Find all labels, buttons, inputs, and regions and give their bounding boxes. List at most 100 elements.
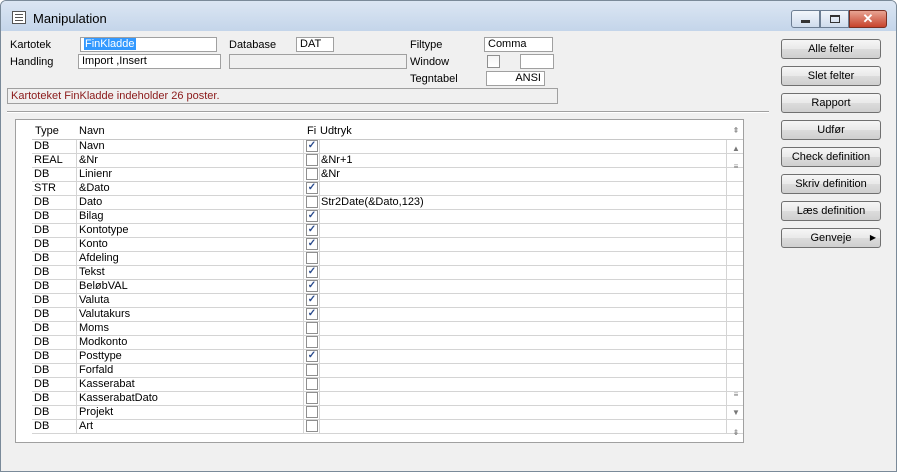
- window-checkbox[interactable]: [487, 55, 500, 68]
- title-bar[interactable]: Manipulation ✕: [1, 1, 896, 31]
- cell-type[interactable]: DB: [34, 140, 76, 153]
- table-row[interactable]: DB Bilag ✓: [32, 210, 743, 224]
- scroll-page-up-icon[interactable]: ≡: [729, 160, 743, 174]
- fi-checkbox[interactable]: [306, 392, 318, 404]
- scroll-page-down-icon[interactable]: ≡: [729, 388, 743, 402]
- cell-navn[interactable]: Moms: [79, 322, 302, 335]
- cell-udtryk[interactable]: [321, 336, 726, 349]
- cell-type[interactable]: DB: [34, 238, 76, 251]
- cell-navn[interactable]: Kasserabat: [79, 378, 302, 391]
- cell-type[interactable]: STR: [34, 182, 76, 195]
- cell-navn[interactable]: BeløbVAL: [79, 280, 302, 293]
- fi-checkbox[interactable]: [306, 336, 318, 348]
- cell-type[interactable]: REAL: [34, 154, 76, 167]
- fi-checkbox[interactable]: ✓: [306, 182, 318, 194]
- table-row[interactable]: DB BeløbVAL ✓: [32, 280, 743, 294]
- cell-navn[interactable]: Konto: [79, 238, 302, 251]
- cell-type[interactable]: DB: [34, 210, 76, 223]
- tegntabel-field[interactable]: ANSI: [486, 71, 545, 86]
- window-field[interactable]: [520, 54, 554, 69]
- cell-udtryk[interactable]: [321, 210, 726, 223]
- table-row[interactable]: DB Forfald: [32, 364, 743, 378]
- table-row[interactable]: DB Modkonto: [32, 336, 743, 350]
- skriv-definition-button[interactable]: Skriv definition: [781, 174, 881, 194]
- fi-checkbox[interactable]: [306, 168, 318, 180]
- cell-type[interactable]: DB: [34, 406, 76, 419]
- table-row[interactable]: DB Projekt: [32, 406, 743, 420]
- slet-felter-button[interactable]: Slet felter: [781, 66, 881, 86]
- cell-navn[interactable]: &Dato: [79, 182, 302, 195]
- cell-type[interactable]: DB: [34, 322, 76, 335]
- cell-navn[interactable]: Afdeling: [79, 252, 302, 265]
- genveje-button[interactable]: Genveje ▶: [781, 228, 881, 248]
- fi-checkbox[interactable]: [306, 406, 318, 418]
- close-button[interactable]: ✕: [849, 10, 887, 28]
- cell-udtryk[interactable]: Str2Date(&Dato,123): [321, 196, 726, 209]
- cell-udtryk[interactable]: [321, 224, 726, 237]
- table-row[interactable]: DB Konto ✓: [32, 238, 743, 252]
- table-row[interactable]: DB Linienr &Nr: [32, 168, 743, 182]
- table-row[interactable]: DB Afdeling: [32, 252, 743, 266]
- maximize-button[interactable]: [820, 10, 849, 28]
- fi-checkbox[interactable]: ✓: [306, 210, 318, 222]
- cell-navn[interactable]: Posttype: [79, 350, 302, 363]
- table-row[interactable]: DB KasserabatDato: [32, 392, 743, 406]
- table-row[interactable]: DB Valutakurs ✓: [32, 308, 743, 322]
- kartotek-field[interactable]: FinKladde: [80, 37, 217, 52]
- fi-checkbox[interactable]: [306, 322, 318, 334]
- cell-type[interactable]: DB: [34, 364, 76, 377]
- cell-navn[interactable]: Tekst: [79, 266, 302, 279]
- table-row[interactable]: STR &Dato ✓: [32, 182, 743, 196]
- column-header-fi[interactable]: Fi: [307, 124, 316, 138]
- cell-udtryk[interactable]: [321, 378, 726, 391]
- cell-udtryk[interactable]: [321, 406, 726, 419]
- alle-felter-button[interactable]: Alle felter: [781, 39, 881, 59]
- cell-type[interactable]: DB: [34, 308, 76, 321]
- table-row[interactable]: REAL &Nr &Nr+1: [32, 154, 743, 168]
- cell-udtryk[interactable]: [321, 140, 726, 153]
- handling-field[interactable]: Import ,Insert: [78, 54, 221, 69]
- cell-navn[interactable]: Kontotype: [79, 224, 302, 237]
- cell-navn[interactable]: Valutakurs: [79, 308, 302, 321]
- cell-type[interactable]: DB: [34, 252, 76, 265]
- cell-udtryk[interactable]: [321, 420, 726, 433]
- cell-navn[interactable]: Navn: [79, 140, 302, 153]
- udfor-button[interactable]: Udfør: [781, 120, 881, 140]
- cell-type[interactable]: DB: [34, 168, 76, 181]
- field-grid[interactable]: Type Navn Fi Udtryk DB Navn ✓ REAL &Nr &Nr+1 D…: [15, 119, 744, 443]
- cell-udtryk[interactable]: [321, 294, 726, 307]
- cell-udtryk[interactable]: &Nr: [321, 168, 726, 181]
- cell-udtryk[interactable]: [321, 252, 726, 265]
- cell-type[interactable]: DB: [34, 378, 76, 391]
- cell-type[interactable]: DB: [34, 392, 76, 405]
- scroll-first-icon[interactable]: ⇞: [729, 124, 743, 138]
- cell-type[interactable]: DB: [34, 420, 76, 433]
- fi-checkbox[interactable]: [306, 252, 318, 264]
- cell-type[interactable]: DB: [34, 280, 76, 293]
- table-row[interactable]: DB Dato Str2Date(&Dato,123): [32, 196, 743, 210]
- check-definition-button[interactable]: Check definition: [781, 147, 881, 167]
- window-app-icon[interactable]: [12, 11, 26, 24]
- fi-checkbox[interactable]: [306, 154, 318, 166]
- cell-udtryk[interactable]: [321, 266, 726, 279]
- cell-udtryk[interactable]: [321, 308, 726, 321]
- cell-type[interactable]: DB: [34, 336, 76, 349]
- table-row[interactable]: DB Art: [32, 420, 743, 434]
- cell-navn[interactable]: Modkonto: [79, 336, 302, 349]
- cell-type[interactable]: DB: [34, 350, 76, 363]
- column-header-navn[interactable]: Navn: [79, 124, 105, 138]
- cell-navn[interactable]: Art: [79, 420, 302, 433]
- cell-udtryk[interactable]: [321, 182, 726, 195]
- cell-udtryk[interactable]: [321, 238, 726, 251]
- scroll-down-icon[interactable]: ▼: [729, 406, 743, 420]
- table-row[interactable]: DB Posttype ✓: [32, 350, 743, 364]
- minimize-button[interactable]: [791, 10, 820, 28]
- cell-type[interactable]: DB: [34, 266, 76, 279]
- cell-udtryk[interactable]: [321, 322, 726, 335]
- table-row[interactable]: DB Valuta ✓: [32, 294, 743, 308]
- cell-udtryk[interactable]: [321, 280, 726, 293]
- column-header-udtryk[interactable]: Udtryk: [320, 124, 352, 138]
- cell-type[interactable]: DB: [34, 294, 76, 307]
- fi-checkbox[interactable]: ✓: [306, 308, 318, 320]
- cell-navn[interactable]: Projekt: [79, 406, 302, 419]
